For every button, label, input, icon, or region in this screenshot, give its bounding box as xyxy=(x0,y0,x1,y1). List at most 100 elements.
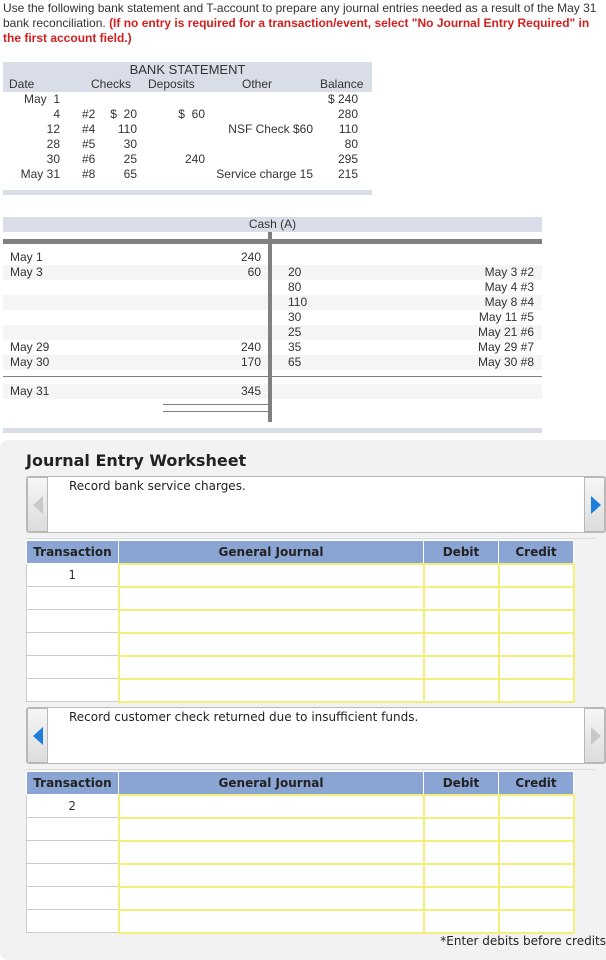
account-input[interactable] xyxy=(117,654,425,680)
t-account-divider xyxy=(268,232,272,422)
credit-input[interactable] xyxy=(497,839,575,865)
bank-other: NSF Check $60 xyxy=(228,122,313,136)
credit-date: May 8 #4 xyxy=(484,295,534,309)
journal-row xyxy=(26,862,575,888)
debit-amount: 240 xyxy=(240,250,261,264)
credit-amount: 80 xyxy=(288,280,302,294)
entry-description: Record customer check returned due to in… xyxy=(69,710,419,724)
debit-input[interactable] xyxy=(422,793,500,819)
credit-amount: 30 xyxy=(288,310,302,324)
journal-row xyxy=(26,839,575,865)
credit-input[interactable] xyxy=(497,793,575,819)
credit-amount: 20 xyxy=(288,265,302,279)
account-input[interactable] xyxy=(117,793,425,819)
account-input[interactable] xyxy=(117,585,425,611)
account-input[interactable] xyxy=(117,908,425,934)
credit-input[interactable] xyxy=(497,885,575,911)
credit-input[interactable] xyxy=(497,608,575,634)
previous-button[interactable] xyxy=(27,477,48,532)
credit-amount: 35 xyxy=(288,340,302,354)
next-button[interactable] xyxy=(584,477,605,532)
debit-amount: 240 xyxy=(240,340,261,354)
transaction-cell xyxy=(26,886,119,910)
bank-other: Service charge 15 xyxy=(216,167,313,181)
bank-row: 12 #4 110 NSF Check $60 110 xyxy=(3,122,372,137)
credit-input[interactable] xyxy=(497,631,575,657)
journal-row xyxy=(26,654,575,680)
bank-balance: 280 xyxy=(337,107,358,121)
credit-input[interactable] xyxy=(497,585,575,611)
separator xyxy=(26,538,596,539)
debit-date: May 3 xyxy=(10,265,43,279)
journal-row xyxy=(26,885,575,911)
arrow-left-icon xyxy=(33,496,43,514)
bank-row: May 1 $ 240 xyxy=(3,92,372,107)
header-debit: Debit xyxy=(423,540,499,564)
entry-description-box: Record customer check returned due to in… xyxy=(26,707,606,764)
credit-date: May 29 #7 xyxy=(477,340,534,354)
debit-input[interactable] xyxy=(422,885,500,911)
debit-input[interactable] xyxy=(422,908,500,934)
account-input[interactable] xyxy=(117,885,425,911)
header-credit: Credit xyxy=(498,771,574,795)
account-input[interactable] xyxy=(117,839,425,865)
header-deposits: Deposits xyxy=(148,77,195,91)
credit-date: May 4 #3 xyxy=(484,280,534,294)
credit-input[interactable] xyxy=(497,908,575,934)
debit-input[interactable] xyxy=(422,839,500,865)
bank-deposit: $ 60 xyxy=(178,107,205,121)
header-general-journal: General Journal xyxy=(118,771,424,795)
bank-row: 4 #2 $ 20 $ 60 280 xyxy=(3,107,372,122)
t-account-row: May 1 240 xyxy=(3,250,542,265)
account-input[interactable] xyxy=(117,816,425,842)
worksheet-title: Journal Entry Worksheet xyxy=(26,451,247,470)
ending-date: May 31 xyxy=(10,384,50,398)
debit-input[interactable] xyxy=(422,677,500,703)
header-balance: Balance xyxy=(320,77,364,91)
bank-row: 30 #6 25 240 295 xyxy=(3,152,372,167)
arrow-left-icon xyxy=(33,727,43,745)
credit-input[interactable] xyxy=(497,677,575,703)
header-other: Other xyxy=(242,77,273,91)
bank-statement-footer-bar xyxy=(3,190,372,195)
account-input[interactable] xyxy=(117,862,425,888)
bank-check-number: #6 xyxy=(82,152,96,166)
account-input[interactable] xyxy=(117,677,425,703)
account-input[interactable] xyxy=(117,631,425,657)
debit-input[interactable] xyxy=(422,608,500,634)
credit-date: May 30 #8 xyxy=(477,355,534,369)
journal-row xyxy=(26,585,575,611)
previous-button[interactable] xyxy=(27,708,48,763)
credit-input[interactable] xyxy=(497,862,575,888)
credit-input[interactable] xyxy=(497,816,575,842)
separator xyxy=(26,769,596,770)
debit-input[interactable] xyxy=(422,862,500,888)
journal-row: 1 xyxy=(26,562,575,588)
debit-input[interactable] xyxy=(422,654,500,680)
account-input[interactable] xyxy=(117,608,425,634)
debit-input[interactable] xyxy=(422,631,500,657)
footnote: *Enter debits before credits xyxy=(440,934,606,948)
bank-balance: 295 xyxy=(337,152,358,166)
t-account-ending-row: May 31 345 xyxy=(3,384,542,399)
journal-row xyxy=(26,608,575,634)
header-transaction: Transaction xyxy=(26,540,119,564)
credit-amount: 25 xyxy=(288,325,302,339)
header-general-journal: General Journal xyxy=(118,540,424,564)
debit-amount: 170 xyxy=(240,355,261,369)
journal-table: Transaction General Journal Debit Credit 1 xyxy=(26,540,575,703)
bank-date: May 31 xyxy=(20,167,60,181)
credit-date: May 3 #2 xyxy=(484,265,534,279)
bank-check-number: #2 xyxy=(82,107,96,121)
debit-input[interactable] xyxy=(422,585,500,611)
debit-input[interactable] xyxy=(422,562,500,588)
credit-input[interactable] xyxy=(497,562,575,588)
transaction-cell xyxy=(26,586,119,610)
header-debit: Debit xyxy=(423,771,499,795)
bank-statement-title: BANK STATEMENT xyxy=(3,62,372,77)
bank-check-amount: 65 xyxy=(123,167,137,181)
account-input[interactable] xyxy=(117,562,425,588)
debit-input[interactable] xyxy=(422,816,500,842)
next-button[interactable] xyxy=(584,708,605,763)
credit-input[interactable] xyxy=(497,654,575,680)
